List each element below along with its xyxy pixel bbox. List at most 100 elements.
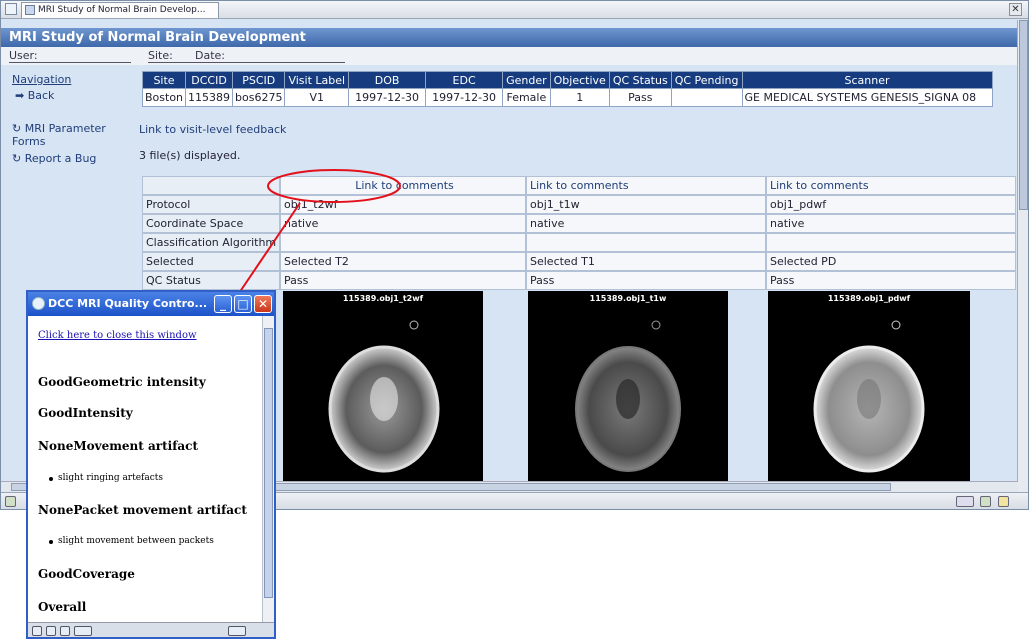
- scrollbar-thumb[interactable]: [1019, 20, 1028, 210]
- scan-caption: 115389.obj1_t1w: [589, 294, 667, 303]
- tab-page-icon: [25, 5, 35, 15]
- column-header: EDC: [425, 71, 504, 89]
- page-title: MRI Study of Normal Brain Development: [1, 28, 1018, 47]
- qc-status-cell: Pass: [280, 271, 526, 290]
- mri-scan-image-t2[interactable]: 115389.obj1_t2wf: [283, 291, 483, 483]
- qc-item-heading: GoodGeometric intensity: [38, 375, 206, 389]
- popup-scrollbar[interactable]: [262, 316, 274, 622]
- connection-icon: [956, 496, 974, 507]
- table-row: Coordinate Space native native native: [142, 214, 1016, 233]
- globe-icon: [32, 626, 42, 636]
- table-cell: GE MEDICAL SYSTEMS GENESIS_SIGNA 08: [741, 88, 993, 107]
- selected-cell: Selected PD: [766, 252, 1016, 271]
- brain-scan-graphic: [813, 320, 925, 473]
- table-cell: 1997-12-30: [348, 88, 427, 107]
- tab-bar: MRI Study of Normal Brain Develop... ✕: [1, 1, 1028, 19]
- table-cell: [670, 88, 743, 107]
- qc-status-cell: Pass: [766, 271, 1016, 290]
- comments-link[interactable]: Link to comments: [526, 176, 766, 195]
- column-header: Site: [141, 71, 187, 89]
- column-header: Visit Label: [284, 71, 350, 89]
- row-label: QC Status: [142, 271, 280, 290]
- mail-icon: [46, 626, 56, 636]
- sidebar-item-report-bug[interactable]: ↻ Report a Bug: [12, 152, 96, 165]
- qc-item-heading: NoneMovement artifact: [38, 439, 198, 453]
- coordinate-space-cell: native: [526, 214, 766, 233]
- column-header: DOB: [348, 71, 427, 89]
- table-cell: bos6275: [232, 88, 286, 107]
- row-label: [142, 176, 280, 195]
- back-arrow-icon: ➡: [15, 89, 25, 102]
- list-item: slight ringing artefacts: [48, 473, 164, 483]
- user-icon: [60, 626, 70, 636]
- scan-caption: 115389.obj1_pdwf: [827, 294, 911, 303]
- divider: [195, 62, 345, 63]
- popup-title: DCC MRI Quality Contro...: [48, 297, 208, 310]
- table-cell: Boston: [141, 88, 187, 107]
- column-header: PSCID: [232, 71, 286, 89]
- coordinate-space-cell: native: [766, 214, 1016, 233]
- close-button[interactable]: ✕: [254, 295, 272, 313]
- table-row: Protocol obj1_t2wf obj1_t1w obj1_pdwf: [142, 195, 1016, 214]
- scrollbar-thumb[interactable]: [264, 328, 273, 598]
- navigation-heading: Navigation: [12, 73, 72, 86]
- files-count: 3 file(s) displayed.: [139, 149, 241, 162]
- qc-item-heading: GoodIntensity: [38, 406, 133, 420]
- sidebar-item-label: MRI Parameter Forms: [12, 122, 106, 148]
- popup-content: Click here to close this window GoodGeom…: [28, 316, 264, 622]
- column-header: Scanner: [741, 71, 993, 89]
- coordinate-space-cell: native: [280, 214, 526, 233]
- table-cell: Female: [502, 88, 551, 107]
- sidebar-item-label: Back: [27, 89, 55, 102]
- table-cell: 1: [549, 88, 610, 107]
- column-header: Objective: [549, 71, 610, 89]
- security-icon: [980, 496, 991, 507]
- table-row: QC Status Pass Pass Pass: [142, 271, 1016, 290]
- tab-title: MRI Study of Normal Brain Develop...: [38, 5, 206, 15]
- vertical-scrollbar[interactable]: [1017, 20, 1028, 498]
- close-icon[interactable]: ✕: [1009, 3, 1022, 16]
- table-row: Classification Algorithm: [142, 233, 1016, 252]
- sidebar-item-mri-parameter-forms[interactable]: ↻ MRI Parameter Forms: [12, 122, 132, 148]
- comments-link[interactable]: Link to comments: [766, 176, 1016, 195]
- protocol-cell: obj1_t2wf: [280, 195, 526, 214]
- column-header: QC Status: [608, 71, 672, 89]
- table-cell: Pass: [608, 88, 672, 107]
- column-header: Gender: [502, 71, 551, 89]
- row-label: Selected: [142, 252, 280, 271]
- link-icon: ↻: [12, 122, 22, 135]
- column-header: QC Pending: [670, 71, 743, 89]
- selected-cell: Selected T1: [526, 252, 766, 271]
- comments-link[interactable]: Link to comments: [280, 176, 526, 195]
- session-info-row: User: Site: Date:: [1, 47, 1018, 65]
- page-icon[interactable]: [5, 3, 17, 15]
- toolbar-icon: [74, 626, 92, 636]
- browser-icon: [32, 297, 45, 310]
- classification-cell: [526, 233, 766, 252]
- row-label: Protocol: [142, 195, 280, 214]
- table-row: Selected Selected T2 Selected T1 Selecte…: [142, 252, 1016, 271]
- brain-scan-graphic: [328, 320, 440, 473]
- column-header: DCCID: [185, 71, 234, 89]
- tab-mri-study[interactable]: MRI Study of Normal Brain Develop...: [21, 2, 219, 18]
- qc-item-heading: NonePacket movement artifact: [38, 503, 247, 517]
- table-row: Link to comments Link to comments Link t…: [142, 176, 1016, 195]
- popup-titlebar[interactable]: DCC MRI Quality Contro... _ □ ✕: [28, 292, 274, 316]
- qc-status-cell: Pass: [526, 271, 766, 290]
- visit-table: Site DCCID PSCID Visit Label DOB EDC Gen…: [141, 71, 993, 107]
- row-label: Classification Algorithm: [142, 233, 280, 252]
- sidebar-item-back[interactable]: ➡ Back: [15, 89, 54, 102]
- globe-icon: [5, 496, 16, 507]
- connection-icon: [228, 626, 246, 636]
- table-cell: 115389: [185, 88, 234, 107]
- maximize-button[interactable]: □: [234, 295, 252, 313]
- mri-scan-image-t1[interactable]: 115389.obj1_t1w: [528, 291, 728, 483]
- mri-scan-image-pd[interactable]: 115389.obj1_pdwf: [768, 291, 970, 483]
- qc-popup-window: DCC MRI Quality Contro... _ □ ✕ Click he…: [26, 290, 276, 639]
- minimize-button[interactable]: _: [214, 295, 232, 313]
- protocol-cell: obj1_pdwf: [766, 195, 1016, 214]
- list-item: slight movement between packets: [49, 536, 214, 546]
- visit-feedback-link[interactable]: Link to visit-level feedback: [139, 123, 286, 136]
- close-window-link[interactable]: Click here to close this window: [38, 330, 197, 341]
- row-label: Coordinate Space: [142, 214, 280, 233]
